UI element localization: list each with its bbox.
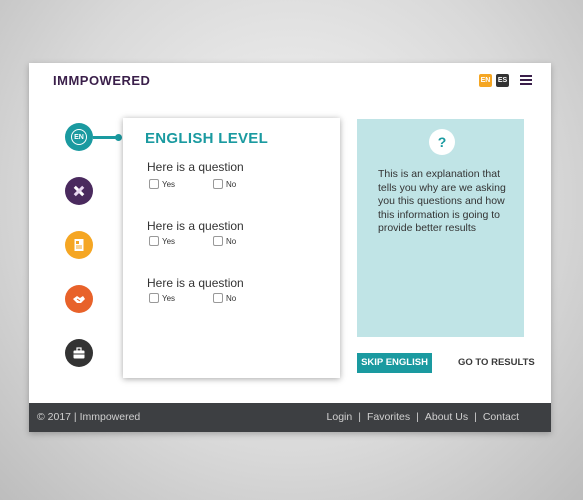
question-1: Here is a question: [147, 160, 244, 174]
question-2-yes-option[interactable]: Yes: [149, 236, 175, 246]
question-1-no-option[interactable]: No: [213, 179, 236, 189]
separator: |: [416, 411, 419, 423]
option-label: Yes: [162, 293, 176, 303]
checkbox[interactable]: [149, 236, 159, 246]
card-title: ENGLISH LEVEL: [145, 130, 269, 147]
step-skills-button[interactable]: [65, 177, 93, 205]
checkbox[interactable]: [149, 293, 159, 303]
step-english-button[interactable]: EN: [65, 123, 93, 151]
explanation-text: This is an explanation that tells you wh…: [378, 168, 506, 234]
question-3: Here is a question: [147, 276, 244, 290]
footer-link-favorites[interactable]: Favorites: [367, 411, 410, 423]
document-icon: [74, 239, 84, 251]
option-label: Yes: [162, 179, 176, 189]
app-window: IMMPOWERED EN ES EN ENGLISH LEVEL Here i…: [29, 63, 551, 432]
separator: |: [474, 411, 477, 423]
option-label: No: [226, 236, 237, 246]
option-label: No: [226, 293, 237, 303]
language-es-button[interactable]: ES: [496, 74, 509, 87]
briefcase-icon: [73, 347, 85, 359]
header: IMMPOWERED EN ES: [29, 63, 551, 99]
step-jobs-button[interactable]: [65, 339, 93, 367]
question-icon: ?: [429, 129, 455, 155]
logo[interactable]: IMMPOWERED: [53, 73, 150, 88]
footer: © 2017 | Immpowered Login | Favorites | …: [29, 403, 551, 432]
footer-links: Login | Favorites | About Us | Contact: [327, 411, 519, 423]
language-en-button[interactable]: EN: [479, 74, 492, 87]
option-label: No: [226, 179, 237, 189]
explanation-panel: ? This is an explanation that tells you …: [357, 119, 524, 337]
footer-link-about-us[interactable]: About Us: [425, 411, 468, 423]
question-3-no-option[interactable]: No: [213, 293, 236, 303]
checkbox[interactable]: [149, 179, 159, 189]
question-2: Here is a question: [147, 219, 244, 233]
handshake-icon: [73, 296, 85, 303]
question-2-no-option[interactable]: No: [213, 236, 236, 246]
copyright: © 2017 | Immpowered: [37, 411, 141, 423]
checkbox[interactable]: [213, 293, 223, 303]
skip-english-button[interactable]: SKIP ENGLISH: [357, 353, 432, 373]
question-1-yes-option[interactable]: Yes: [149, 179, 175, 189]
option-label: Yes: [162, 236, 176, 246]
step-english-label: EN: [74, 133, 84, 141]
hamburger-menu-icon[interactable]: [520, 75, 532, 85]
step-resume-button[interactable]: [65, 231, 93, 259]
pencil-ruler-icon: [73, 185, 85, 197]
checkbox[interactable]: [213, 179, 223, 189]
go-to-results-link[interactable]: GO TO RESULTS: [458, 357, 535, 368]
step-partners-button[interactable]: [65, 285, 93, 313]
step-connector: [93, 136, 117, 139]
separator: |: [358, 411, 361, 423]
language-icon: EN: [71, 129, 87, 145]
english-level-card: ENGLISH LEVEL Here is a question Yes No …: [123, 118, 340, 378]
footer-link-contact[interactable]: Contact: [483, 411, 519, 423]
question-3-yes-option[interactable]: Yes: [149, 293, 175, 303]
footer-link-login[interactable]: Login: [327, 411, 353, 423]
checkbox[interactable]: [213, 236, 223, 246]
step-connector-dot: [115, 134, 122, 141]
